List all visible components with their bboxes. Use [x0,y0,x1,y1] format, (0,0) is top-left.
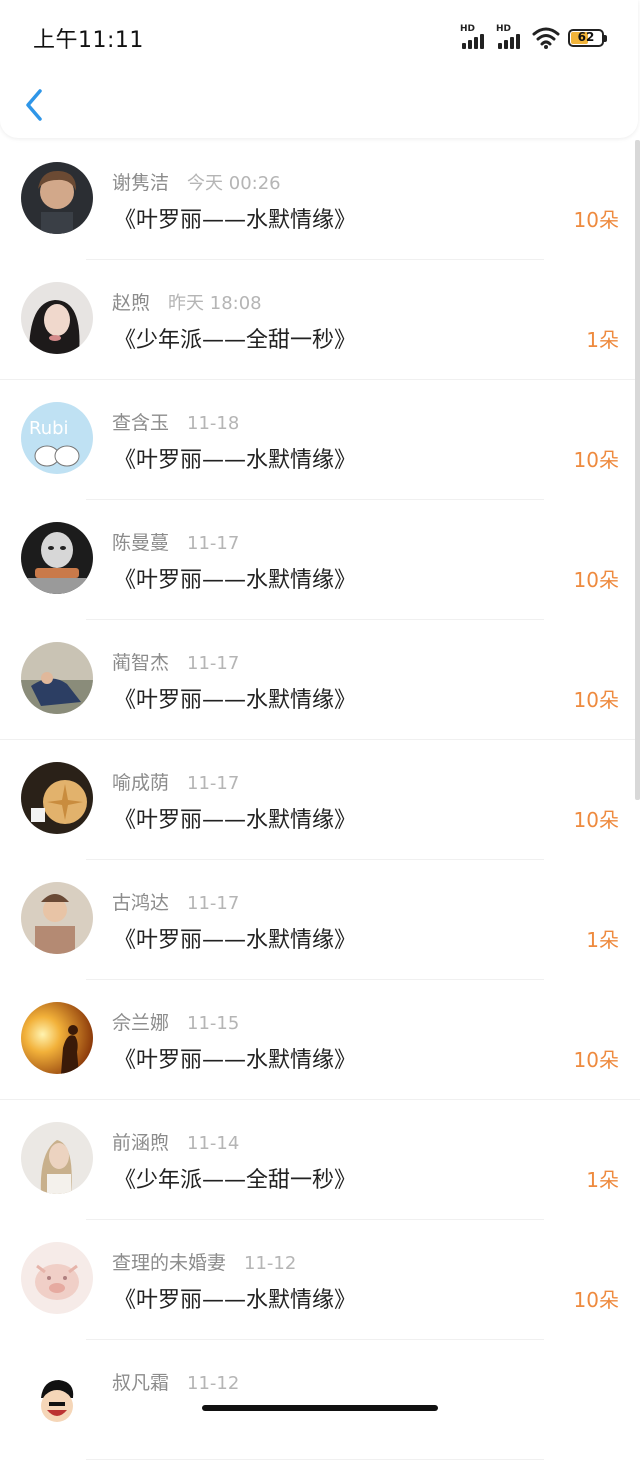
user-name[interactable]: 佘兰娜 [112,1008,169,1035]
list-item[interactable]: Rubi 查含玉 11-18 《叶罗丽——水默情缘》 10朵 [0,380,640,500]
user-name[interactable]: 赵煦 [112,288,150,315]
name-line: 叔凡霜 11-12 [112,1368,239,1395]
timestamp: 11-18 [187,413,240,434]
name-line: 蔺智杰 11-17 [112,648,239,675]
flower-count: 10朵 [573,688,619,712]
work-title[interactable]: 《少年派——全甜一秒》 [114,1162,356,1194]
chevron-left-icon [26,89,42,121]
list-item[interactable]: 陈曼蔓 11-17 《叶罗丽——水默情缘》 10朵 [0,500,640,620]
user-name[interactable]: 查含玉 [112,408,169,435]
name-line: 喻成荫 11-17 [112,768,239,795]
home-indicator[interactable] [202,1405,438,1411]
status-bar: 上午11:11 HD HD 62 [0,0,640,76]
work-title[interactable]: 《叶罗丽——水默情缘》 [114,1042,356,1074]
avatar[interactable] [21,282,93,354]
signal-hd-label: HD [496,24,512,34]
flower-count: 10朵 [573,208,619,232]
wifi-icon [532,27,560,49]
signal-hd-label: HD [460,24,476,34]
name-line: 查含玉 11-18 [112,408,239,435]
user-name[interactable]: 查理的未婚妻 [112,1248,226,1275]
avatar[interactable] [21,1362,93,1434]
flower-count: 1朵 [586,1168,619,1192]
timestamp: 昨天 18:08 [168,293,262,314]
battery-level: 62 [577,30,595,44]
list-item[interactable]: 赵煦 昨天 18:08 《少年派——全甜一秒》 1朵 [0,260,640,380]
work-title[interactable]: 《叶罗丽——水默情缘》 [114,682,356,714]
top-bar: 上午11:11 HD HD 62 [0,0,638,138]
work-title[interactable]: 《叶罗丽——水默情缘》 [114,1282,356,1314]
user-name[interactable]: 喻成荫 [112,768,169,795]
user-name[interactable]: 陈曼蔓 [112,528,169,555]
timestamp: 11-17 [187,533,240,554]
avatar[interactable] [21,162,93,234]
flower-count: 1朵 [586,928,619,952]
flower-count: 10朵 [573,568,619,592]
list-item[interactable]: 喻成荫 11-17 《叶罗丽——水默情缘》 10朵 [0,740,640,860]
user-name[interactable]: 叔凡霜 [112,1368,169,1395]
avatar[interactable] [21,522,93,594]
status-time: 上午11:11 [33,28,144,53]
flower-count: 1朵 [586,328,619,352]
flower-count: 10朵 [573,1048,619,1072]
avatar[interactable]: Rubi [21,402,93,474]
list-item[interactable]: 叔凡霜 11-12 [0,1340,640,1460]
list-item[interactable]: 蔺智杰 11-17 《叶罗丽——水默情缘》 10朵 [0,620,640,740]
timestamp: 11-12 [244,1253,297,1274]
user-name[interactable]: 古鸿达 [112,888,169,915]
name-line: 佘兰娜 11-15 [112,1008,239,1035]
avatar[interactable] [21,882,93,954]
timestamp: 11-14 [187,1133,240,1154]
avatar[interactable] [21,642,93,714]
avatar[interactable] [21,762,93,834]
work-title[interactable]: 《叶罗丽——水默情缘》 [114,802,356,834]
work-title[interactable]: 《少年派——全甜一秒》 [114,322,356,354]
battery-icon: 62 [568,29,607,47]
timestamp: 11-17 [187,773,240,794]
status-icons: HD HD 62 [460,24,607,52]
gift-record-list: 谢隽洁 今天 00:26 《叶罗丽——水默情缘》 10朵 赵煦 昨天 18:08 《少年派—… [0,140,640,1460]
avatar[interactable] [21,1122,93,1194]
avatar[interactable] [21,1242,93,1314]
user-name[interactable]: 前涵煦 [112,1128,169,1155]
flower-count: 10朵 [573,808,619,832]
list-item[interactable]: 佘兰娜 11-15 《叶罗丽——水默情缘》 10朵 [0,980,640,1100]
name-line: 陈曼蔓 11-17 [112,528,239,555]
work-title[interactable]: 《叶罗丽——水默情缘》 [114,922,356,954]
timestamp: 11-17 [187,893,240,914]
name-line: 前涵煦 11-14 [112,1128,239,1155]
flower-count: 10朵 [573,448,619,472]
name-line: 谢隽洁 今天 00:26 [112,168,281,195]
user-name[interactable]: 蔺智杰 [112,648,169,675]
user-name[interactable]: 谢隽洁 [112,168,169,195]
name-line: 赵煦 昨天 18:08 [112,288,262,315]
list-item[interactable]: 古鸿达 11-17 《叶罗丽——水默情缘》 1朵 [0,860,640,980]
scrollbar[interactable] [635,140,640,800]
name-line: 查理的未婚妻 11-12 [112,1248,296,1275]
flower-count: 10朵 [573,1288,619,1312]
timestamp: 11-15 [187,1013,240,1034]
avatar[interactable] [21,1002,93,1074]
timestamp: 11-12 [187,1373,240,1394]
timestamp: 今天 00:26 [187,173,281,194]
name-line: 古鸿达 11-17 [112,888,239,915]
work-title[interactable]: 《叶罗丽——水默情缘》 [114,562,356,594]
list-item[interactable]: 前涵煦 11-14 《少年派——全甜一秒》 1朵 [0,1100,640,1220]
signal-icon: HD [496,25,524,51]
timestamp: 11-17 [187,653,240,674]
work-title[interactable]: 《叶罗丽——水默情缘》 [114,442,356,474]
work-title[interactable]: 《叶罗丽——水默情缘》 [114,202,356,234]
signal-icon: HD [460,25,488,51]
list-item[interactable]: 查理的未婚妻 11-12 《叶罗丽——水默情缘》 10朵 [0,1220,640,1340]
svg-text:Rubi: Rubi [29,418,69,439]
list-item[interactable]: 谢隽洁 今天 00:26 《叶罗丽——水默情缘》 10朵 [0,140,640,260]
back-button[interactable] [18,86,54,126]
